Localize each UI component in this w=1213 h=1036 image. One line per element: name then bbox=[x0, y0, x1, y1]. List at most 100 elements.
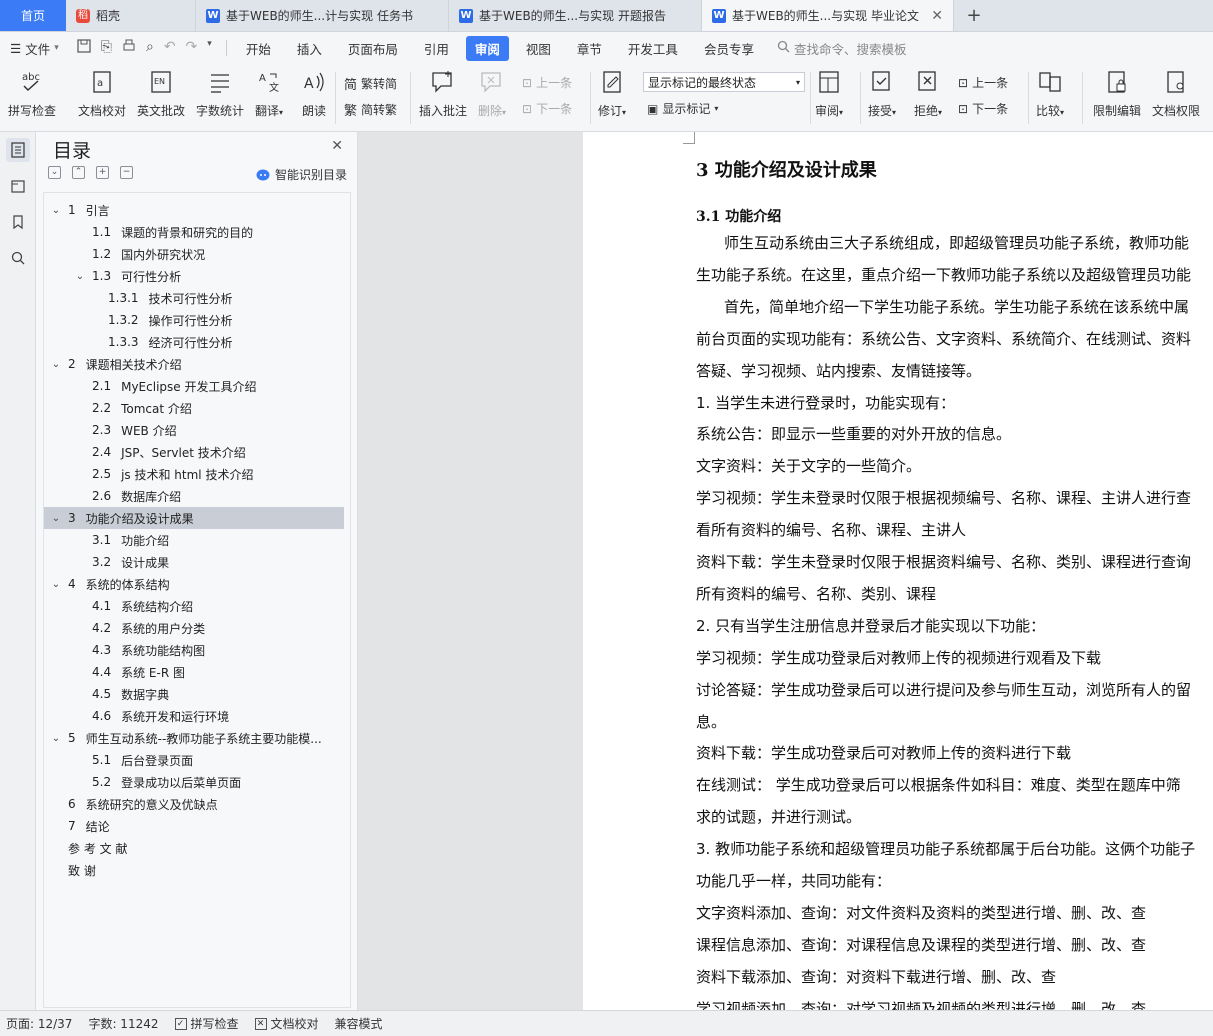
collapse-all-icon[interactable]: ⌃ bbox=[72, 166, 85, 179]
toc-item[interactable]: 参 考 文 献 bbox=[44, 837, 344, 859]
toc-item[interactable]: 4.1 系统结构介绍 bbox=[44, 595, 344, 617]
tab-task-book[interactable]: W 基于WEB的师生...计与实现 任务书 bbox=[196, 0, 449, 31]
toc-item[interactable]: 2.3 WEB 介绍 bbox=[44, 419, 344, 441]
toc-item[interactable]: 致 谢 bbox=[44, 859, 344, 881]
reject-button[interactable]: 拒绝▾ bbox=[914, 68, 942, 119]
read-aloud-button[interactable]: A 朗读 bbox=[300, 68, 328, 119]
word-count-indicator[interactable]: 字数: 11242 bbox=[88, 1015, 158, 1032]
bookmark-button[interactable] bbox=[6, 210, 30, 234]
chevron-down-icon[interactable]: ⌄ bbox=[50, 513, 62, 524]
print-preview-icon[interactable]: ⌕ bbox=[146, 39, 154, 57]
trad-to-simp-button[interactable]: 简 繁转简 bbox=[344, 74, 397, 93]
toc-item[interactable]: 1.2 国内外研究状况 bbox=[44, 243, 344, 265]
prev-change-button[interactable]: ⊡ 上一条 bbox=[958, 74, 1008, 91]
menu-page-layout[interactable]: 页面布局 bbox=[339, 36, 407, 61]
toc-item[interactable]: 3.2 设计成果 bbox=[44, 551, 344, 573]
chevron-down-icon[interactable]: ⌄ bbox=[50, 359, 62, 370]
menu-member[interactable]: 会员专享 bbox=[695, 36, 763, 61]
tab-proposal[interactable]: W 基于WEB的师生...与实现 开题报告 bbox=[449, 0, 702, 31]
toc-item[interactable]: 1.1 课题的背景和研究的目的 bbox=[44, 221, 344, 243]
toc-item[interactable]: 5.1 后台登录页面 bbox=[44, 749, 344, 771]
close-icon[interactable]: ✕ bbox=[331, 138, 343, 154]
chevron-down-icon[interactable]: ⌄ bbox=[50, 579, 62, 590]
toc-item[interactable]: 2.6 数据库介绍 bbox=[44, 485, 344, 507]
menu-references[interactable]: 引用 bbox=[415, 36, 458, 61]
menu-view[interactable]: 视图 bbox=[517, 36, 560, 61]
show-markup-button[interactable]: ▣ 显示标记 ▾ bbox=[647, 100, 718, 117]
toc-item[interactable]: 3.1 功能介绍 bbox=[44, 529, 344, 551]
doc-permission-button[interactable]: 文档权限 bbox=[1152, 68, 1200, 119]
new-tab-button[interactable]: + bbox=[954, 0, 994, 31]
tab-daoke[interactable]: 稻 稻壳 bbox=[66, 0, 196, 31]
english-correct-button[interactable]: EN 英文批改 bbox=[137, 68, 185, 119]
chevron-down-icon[interactable]: ⌄ bbox=[50, 205, 62, 216]
accept-button[interactable]: 接受▾ bbox=[868, 68, 896, 119]
command-search[interactable]: 查找命令、搜索模板 bbox=[777, 39, 906, 58]
export-icon[interactable]: ⎘ bbox=[101, 39, 112, 57]
save-icon[interactable] bbox=[77, 39, 91, 57]
toc-item[interactable]: 1.3.1 技术可行性分析 bbox=[44, 287, 344, 309]
tab-home[interactable]: 首页 bbox=[0, 0, 66, 31]
review-pane-button[interactable]: 审阅▾ bbox=[815, 68, 843, 119]
display-mode-select[interactable]: 显示标记的最终状态 ▾ bbox=[643, 72, 805, 92]
toc-panel-button[interactable] bbox=[6, 138, 30, 162]
file-menu[interactable]: ☰ 文件 ▾ bbox=[0, 39, 69, 58]
toc-item[interactable]: ⌄ 1.3 可行性分析 bbox=[44, 265, 344, 287]
toc-item[interactable]: 1.3.2 操作可行性分析 bbox=[44, 309, 344, 331]
print-icon[interactable] bbox=[122, 39, 136, 57]
toc-item[interactable]: 4.2 系统的用户分类 bbox=[44, 617, 344, 639]
find-button[interactable] bbox=[6, 246, 30, 270]
customize-icon[interactable]: ▾ bbox=[207, 39, 212, 57]
simp-to-trad-button[interactable]: 繁 简转繁 bbox=[344, 100, 397, 119]
next-comment-button[interactable]: ⊡ 下一条 bbox=[522, 100, 572, 117]
prev-comment-button[interactable]: ⊡ 上一条 bbox=[522, 74, 572, 91]
toc-item[interactable]: ⌄ 1 引言 bbox=[44, 199, 344, 221]
restrict-edit-button[interactable]: 限制编辑 bbox=[1093, 68, 1141, 119]
spell-check-toggle[interactable]: ✓ 拼写检查 bbox=[174, 1015, 239, 1032]
chapter-nav-button[interactable] bbox=[6, 174, 30, 198]
toc-item[interactable]: 6 系统研究的意义及优缺点 bbox=[44, 793, 344, 815]
smart-toc-button[interactable]: 智能识别目录 bbox=[256, 166, 347, 183]
toc-item[interactable]: ⌄ 5 师生互动系统--教师功能子系统主要功能模... bbox=[44, 727, 344, 749]
toc-item[interactable]: 2.1 MyEclipse 开发工具介绍 bbox=[44, 375, 344, 397]
translate-button[interactable]: A文 翻译▾ bbox=[255, 68, 283, 119]
doc-proof-toggle[interactable]: ✕ 文档校对 bbox=[254, 1015, 319, 1032]
chevron-down-icon[interactable]: ⌄ bbox=[50, 733, 62, 744]
toc-item[interactable]: 2.2 Tomcat 介绍 bbox=[44, 397, 344, 419]
menu-developer[interactable]: 开发工具 bbox=[619, 36, 687, 61]
doc-proof-button[interactable]: a 文档校对 bbox=[78, 68, 126, 119]
toc-item[interactable]: 4.4 系统 E-R 图 bbox=[44, 661, 344, 683]
insert-comment-button[interactable]: 插入批注 bbox=[419, 68, 467, 119]
toc-item[interactable]: 5.2 登录成功以后菜单页面 bbox=[44, 771, 344, 793]
toc-item[interactable]: ⌄ 3 功能介绍及设计成果 bbox=[44, 507, 344, 529]
menu-start[interactable]: 开始 bbox=[237, 36, 280, 61]
tab-thesis[interactable]: W 基于WEB的师生...与实现 毕业论文 ✕ bbox=[702, 0, 954, 31]
compare-button[interactable]: 比较▾ bbox=[1036, 68, 1064, 119]
toc-item[interactable]: 7 结论 bbox=[44, 815, 344, 837]
menu-section[interactable]: 章节 bbox=[568, 36, 611, 61]
toc-item[interactable]: 1.3.3 经济可行性分析 bbox=[44, 331, 344, 353]
undo-icon[interactable]: ↶ bbox=[164, 39, 176, 57]
menu-review[interactable]: 审阅 bbox=[465, 35, 509, 61]
toc-item[interactable]: 4.5 数据字典 bbox=[44, 683, 344, 705]
toc-item[interactable]: ⌄ 2 课题相关技术介绍 bbox=[44, 353, 344, 375]
toc-item[interactable]: 4.3 系统功能结构图 bbox=[44, 639, 344, 661]
toc-item[interactable]: 2.4 JSP、Servlet 技术介绍 bbox=[44, 441, 344, 463]
remove-heading-icon[interactable]: − bbox=[120, 166, 133, 179]
track-changes-button[interactable]: 修订▾ bbox=[598, 68, 626, 119]
word-count-button[interactable]: 字数统计 bbox=[196, 68, 244, 119]
document-page[interactable]: 3 功能介绍及设计成果 3.1 功能介绍 师生互动系统由三大子系统组成，即超级管… bbox=[583, 132, 1213, 1010]
next-change-button[interactable]: ⊡ 下一条 bbox=[958, 100, 1008, 117]
page-indicator[interactable]: 页面: 12/37 bbox=[6, 1015, 72, 1032]
chevron-down-icon[interactable]: ⌄ bbox=[74, 271, 86, 282]
spell-check-button[interactable]: abc 拼写检查 bbox=[8, 68, 56, 119]
toc-item[interactable]: 2.5 js 技术和 html 技术介绍 bbox=[44, 463, 344, 485]
delete-comment-button[interactable]: 删除▾ bbox=[478, 68, 506, 119]
close-tab-icon[interactable]: ✕ bbox=[931, 8, 943, 24]
expand-all-icon[interactable]: ⌄ bbox=[48, 166, 61, 179]
menu-insert[interactable]: 插入 bbox=[288, 36, 331, 61]
toc-item[interactable]: ⌄ 4 系统的体系结构 bbox=[44, 573, 344, 595]
redo-icon[interactable]: ↷ bbox=[186, 39, 198, 57]
toc-item[interactable]: 4.6 系统开发和运行环境 bbox=[44, 705, 344, 727]
add-heading-icon[interactable]: + bbox=[96, 166, 109, 179]
